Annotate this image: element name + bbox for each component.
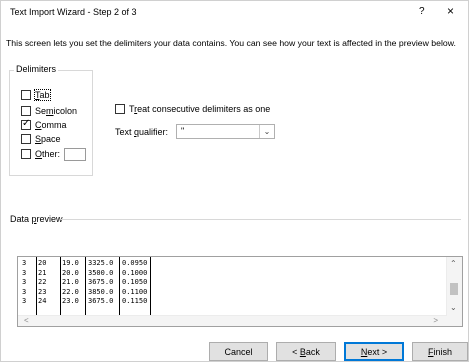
- consecutive-delimiters-checkbox[interactable]: Treat consecutive delimiters as one: [115, 104, 270, 114]
- preview-row: 3 21 20.0 3500.0 0.1000: [18, 269, 448, 278]
- preview-cell: 3: [22, 287, 27, 296]
- help-button[interactable]: ?: [419, 6, 425, 17]
- preview-cell: 3: [22, 278, 27, 286]
- cancel-button[interactable]: Cancel: [209, 342, 268, 361]
- preview-cell: 3675.0: [88, 297, 114, 305]
- consecutive-label: Treat consecutive delimiters as one: [129, 104, 271, 114]
- text-qualifier-label: Text qualifier:: [115, 127, 169, 137]
- preview-row: 3 22 21.0 3675.0 0.1050: [18, 278, 448, 287]
- scroll-left-icon[interactable]: <: [24, 316, 29, 325]
- delimiter-other-checkbox[interactable]: Other:: [21, 147, 87, 161]
- next-button[interactable]: Next >: [344, 342, 404, 361]
- finish-button[interactable]: Finish: [412, 342, 468, 361]
- cancel-label: Cancel: [224, 346, 253, 357]
- delimiter-tab-checkbox[interactable]: Tab: [21, 88, 51, 102]
- scroll-thumb[interactable]: [450, 283, 458, 295]
- preview-cell: 22: [38, 278, 47, 286]
- preview-cell: 3: [22, 259, 27, 267]
- title-bar: Text Import Wizard - Step 2 of 3 ? ×: [1, 1, 468, 25]
- scroll-down-icon[interactable]: ⌄: [450, 303, 457, 312]
- preview-cell: 0.1150: [122, 297, 148, 305]
- preview-cell: 23: [38, 287, 47, 296]
- back-button[interactable]: < Back: [276, 342, 336, 361]
- preview-cell: 3: [22, 268, 27, 277]
- preview-cell: 3850.0: [88, 287, 114, 296]
- preview-row: 3 20 19.0 3325.0 0.0950: [18, 259, 448, 268]
- preview-row: 3 24 23.0 3675.0 0.1150: [18, 297, 448, 306]
- preview-cell: 3500.0: [88, 268, 114, 277]
- data-preview-label: Data preview: [10, 214, 63, 224]
- delimiter-tab-label: Tab: [34, 89, 51, 101]
- back-label: < Back: [292, 346, 320, 357]
- delimiter-comma-label: Comma: [35, 120, 67, 130]
- preview-cell: 20: [38, 259, 47, 267]
- preview-cell: 24: [38, 297, 47, 305]
- delimiter-comma-checkbox[interactable]: Comma: [21, 118, 67, 132]
- data-preview-box[interactable]: 3 20 19.0 3325.0 0.0950 3 21 20.0 3500.0 0.1000 3 2…: [17, 256, 463, 327]
- text-import-wizard-dialog: Text Import Wizard - Step 2 of 3 ? × Thi…: [0, 0, 469, 362]
- delimiter-space-label: Space: [35, 134, 61, 144]
- delimiters-legend: Delimiters: [14, 64, 59, 74]
- data-preview-grid: 3 20 19.0 3325.0 0.0950 3 21 20.0 3500.0 0.1000 3 2…: [18, 257, 448, 315]
- scroll-right-icon[interactable]: >: [433, 316, 438, 325]
- delimiter-other-label: Other:: [35, 149, 61, 159]
- finish-label: Finish: [427, 346, 452, 357]
- preview-cell: 21.0: [62, 278, 79, 286]
- description-text: This screen lets you set the delimiters …: [6, 38, 456, 48]
- preview-cell: 20.0: [62, 268, 79, 277]
- horizontal-scrollbar[interactable]: < >: [18, 315, 448, 326]
- preview-cell: 0.1100: [122, 287, 148, 296]
- data-preview-divider: [61, 219, 461, 220]
- consecutive-checkbox-box[interactable]: [115, 104, 125, 114]
- checkbox-other-box[interactable]: [21, 149, 31, 159]
- checkbox-tab-box[interactable]: [21, 90, 31, 100]
- preview-cell: 3325.0: [88, 259, 114, 267]
- chevron-down-icon[interactable]: ⌄: [259, 125, 274, 138]
- checkbox-space-box[interactable]: [21, 134, 31, 144]
- checkbox-semicolon-box[interactable]: [21, 106, 31, 116]
- preview-cell: 23.0: [62, 297, 79, 305]
- preview-cell: 0.1000: [122, 268, 148, 277]
- preview-cell: 22.0: [62, 287, 79, 296]
- vertical-scrollbar[interactable]: ⌃ ⌄: [446, 257, 462, 315]
- other-delimiter-input[interactable]: [64, 147, 87, 161]
- checkbox-comma-box[interactable]: [21, 118, 31, 130]
- text-qualifier-select[interactable]: " ⌄: [176, 124, 275, 139]
- next-label: Next >: [360, 346, 388, 357]
- delimiter-semicolon-checkbox[interactable]: Semicolon: [21, 104, 77, 118]
- preview-cell: 3: [22, 297, 27, 305]
- preview-cell: 19.0: [62, 259, 79, 267]
- scroll-up-icon[interactable]: ⌃: [450, 259, 457, 268]
- preview-cell: 0.0950: [122, 259, 148, 267]
- window-title: Text Import Wizard - Step 2 of 3: [10, 7, 137, 17]
- text-qualifier-value: ": [181, 126, 185, 136]
- preview-cell: 0.1050: [122, 278, 148, 286]
- close-button[interactable]: ×: [447, 4, 454, 18]
- preview-cell: 3675.0: [88, 278, 114, 286]
- delimiter-semicolon-label: Semicolon: [35, 106, 78, 116]
- preview-row: 3 23 22.0 3850.0 0.1100: [18, 288, 448, 297]
- preview-cell: 21: [38, 268, 47, 277]
- scrollbar-corner: [447, 315, 462, 326]
- delimiter-space-checkbox[interactable]: Space: [21, 132, 61, 146]
